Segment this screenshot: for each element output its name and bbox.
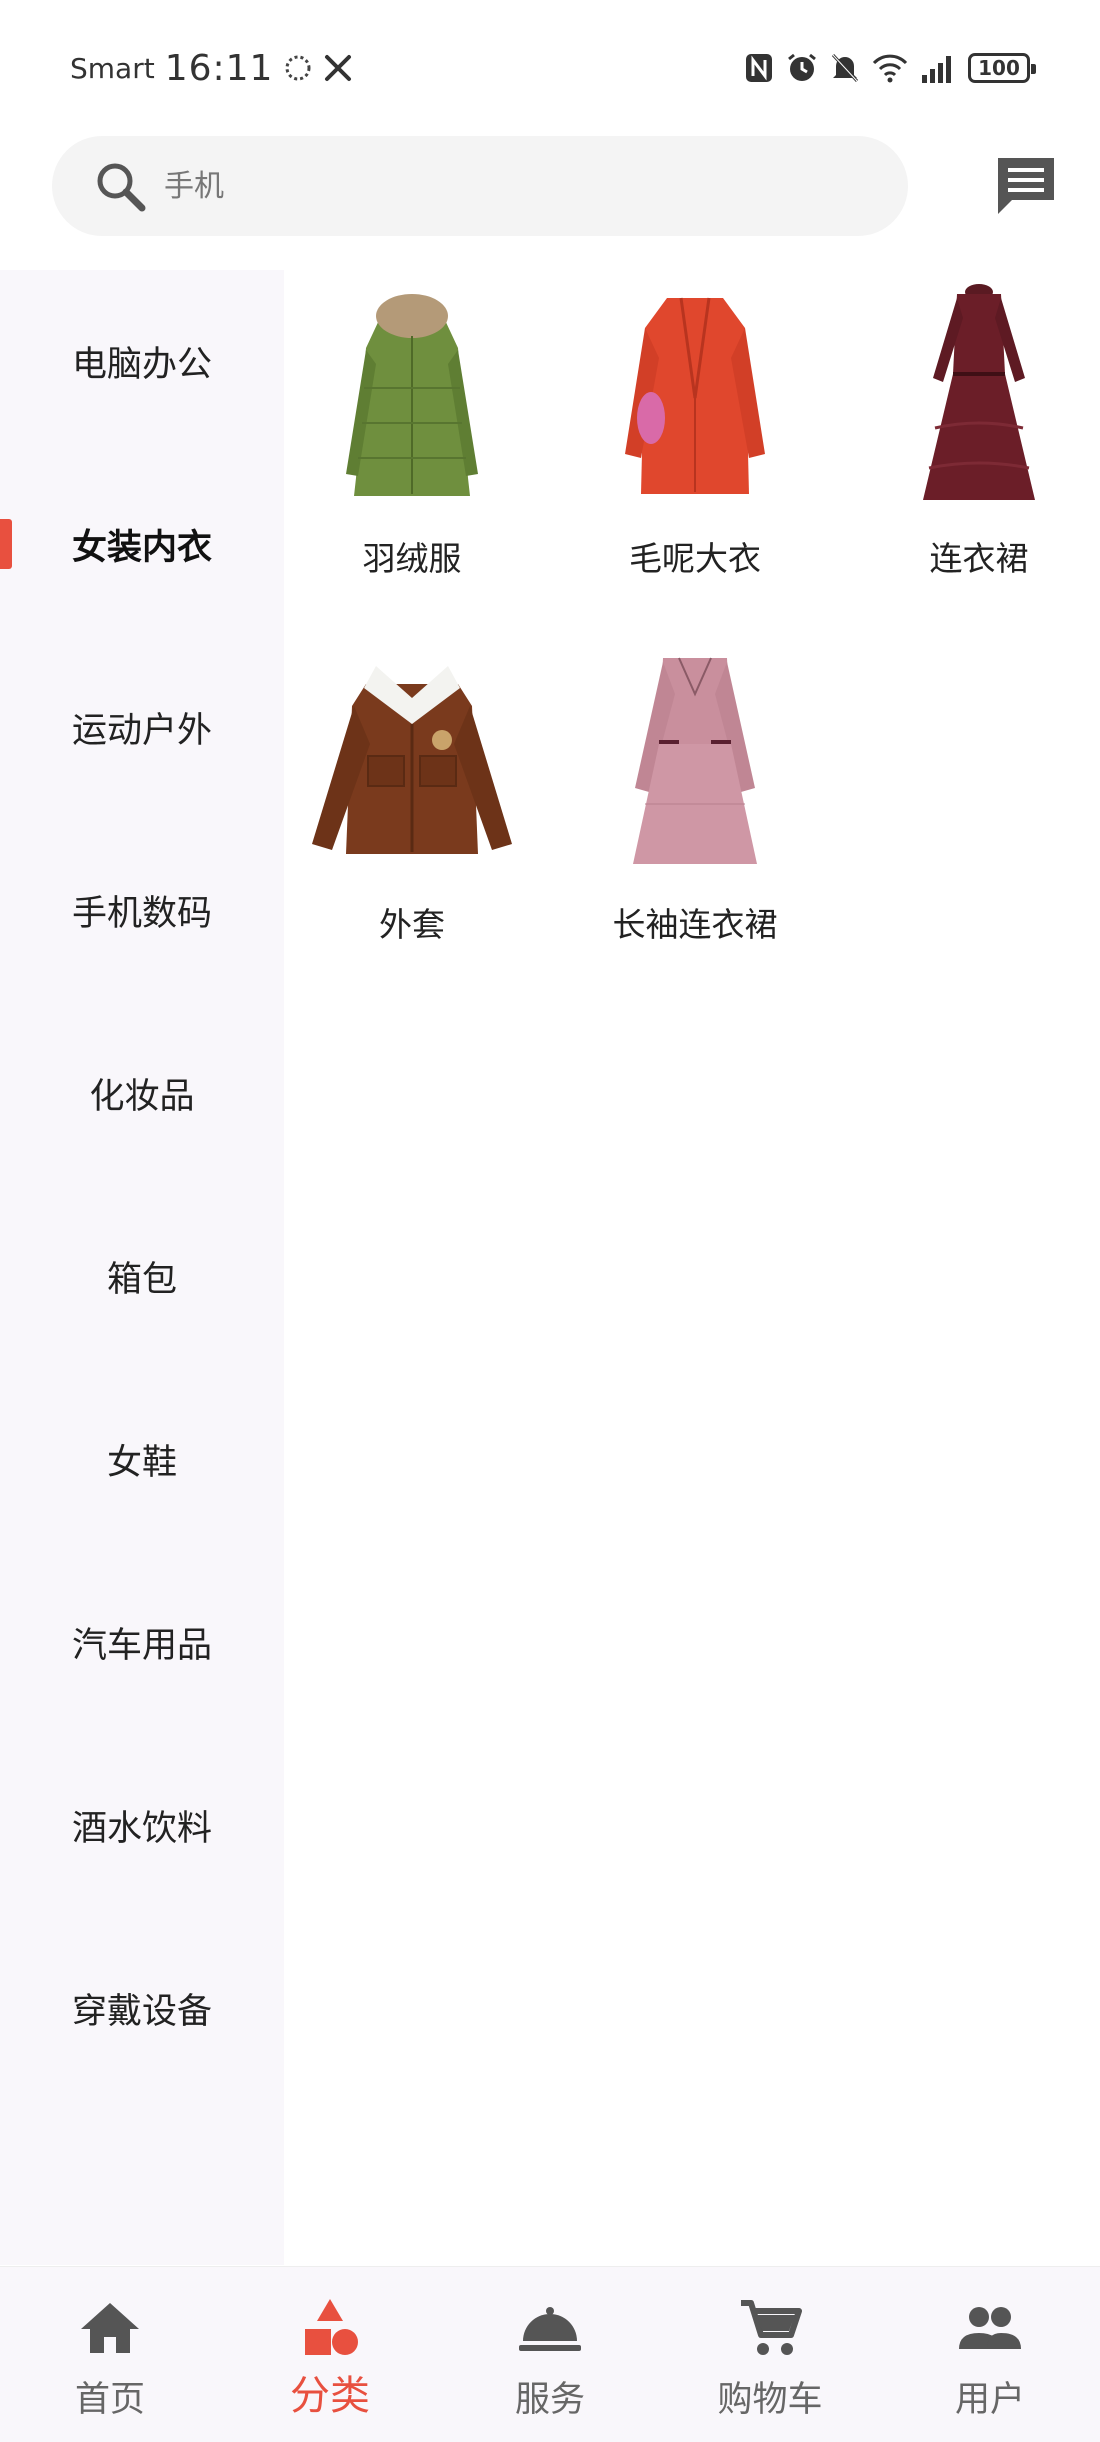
home-icon	[77, 2295, 143, 2361]
battery-icon: 100	[968, 53, 1036, 83]
x-logo-icon	[323, 53, 353, 83]
status-left: Smart 16:11	[70, 44, 353, 92]
nav-cart[interactable]: 购物车	[660, 2267, 880, 2442]
product-name: 外套	[379, 905, 445, 944]
nav-label: 用户	[954, 2380, 1025, 2420]
category-icon	[297, 2295, 363, 2361]
long-sleeve-dress-image	[575, 644, 815, 884]
status-right: 100	[744, 46, 1036, 90]
sidebar-item-label: 汽车用品	[71, 1626, 212, 1666]
search-bar[interactable]	[52, 136, 908, 236]
sidebar-item-label: 手机数码	[71, 894, 212, 934]
sidebar-item-cosmetics[interactable]: 化妆品	[0, 1002, 284, 1185]
sidebar-item-drinks[interactable]: 酒水饮料	[0, 1734, 284, 1917]
nav-label: 分类	[290, 2373, 370, 2419]
signal-icon	[920, 53, 956, 83]
sidebar-item-phones-digital[interactable]: 手机数码	[0, 819, 284, 1002]
mute-bell-icon	[830, 52, 860, 84]
cart-icon	[737, 2295, 803, 2361]
nav-category[interactable]: 分类	[220, 2267, 440, 2442]
product-name: 羽绒服	[362, 539, 462, 578]
wool-coat-image	[575, 278, 815, 518]
sidebar-item-label: 箱包	[106, 1260, 177, 1300]
product-name: 长袖连衣裙	[612, 905, 778, 944]
product-name: 连衣裙	[929, 539, 1029, 578]
product-name: 毛呢大衣	[629, 539, 761, 578]
product-down-coat[interactable]: 羽绒服	[287, 278, 537, 598]
sidebar-item-bags[interactable]: 箱包	[0, 1185, 284, 1368]
product-jacket[interactable]: 外套	[287, 644, 537, 964]
sidebar-item-label: 酒水饮料	[71, 1809, 212, 1849]
sidebar-item-computer-office[interactable]: 电脑办公	[0, 270, 284, 453]
sidebar-item-wearables[interactable]: 穿戴设备	[0, 1917, 284, 2100]
wifi-icon	[872, 53, 908, 83]
nav-home[interactable]: 首页	[0, 2267, 220, 2442]
down-coat-image	[292, 278, 532, 518]
sidebar-item-car-supplies[interactable]: 汽车用品	[0, 1551, 284, 1734]
status-bar: Smart 16:11 100	[0, 0, 1100, 132]
users-icon	[957, 2295, 1023, 2361]
category-sidebar: 电脑办公 女装内衣 运动户外 手机数码 化妆品 箱包 女鞋 汽车用品 酒水饮料 …	[0, 270, 284, 2265]
product-wool-coat[interactable]: 毛呢大衣	[570, 278, 820, 598]
loading-icon	[283, 53, 313, 83]
jacket-image	[292, 644, 532, 884]
alarm-icon	[786, 52, 818, 84]
sidebar-item-label: 运动户外	[71, 711, 212, 751]
product-long-sleeve-dress[interactable]: 长袖连衣裙	[570, 644, 820, 964]
sidebar-item-label: 女鞋	[106, 1443, 177, 1483]
nav-user[interactable]: 用户	[880, 2267, 1100, 2442]
sidebar-item-womens-shoes[interactable]: 女鞋	[0, 1368, 284, 1551]
bottom-nav: 首页 分类 服务 购物车 用户	[0, 2266, 1100, 2442]
search-icon	[90, 156, 150, 216]
message-icon[interactable]	[990, 150, 1062, 222]
nav-label: 服务	[514, 2380, 585, 2420]
lace-dress-image	[859, 278, 1099, 518]
service-bell-icon	[517, 2295, 583, 2361]
clock: 16:11	[164, 47, 274, 89]
sidebar-item-womens-wear[interactable]: 女装内衣	[0, 453, 284, 636]
carrier-label: Smart	[70, 51, 155, 85]
nav-label: 购物车	[717, 2380, 823, 2420]
sidebar-item-label: 女装内衣	[71, 528, 212, 568]
nav-label: 首页	[74, 2380, 145, 2420]
product-grid: 羽绒服 毛呢大衣 连衣裙 外套 长袖连衣裙	[284, 270, 1100, 2265]
nav-service[interactable]: 服务	[440, 2267, 660, 2442]
nfc-icon	[744, 52, 774, 84]
active-indicator	[0, 519, 12, 569]
product-dress[interactable]: 连衣裙	[854, 278, 1100, 598]
sidebar-item-label: 穿戴设备	[71, 1992, 212, 2032]
search-input[interactable]	[164, 168, 864, 204]
sidebar-item-label: 化妆品	[89, 1077, 195, 1117]
sidebar-item-label: 电脑办公	[71, 345, 212, 385]
sidebar-item-sports-outdoor[interactable]: 运动户外	[0, 636, 284, 819]
